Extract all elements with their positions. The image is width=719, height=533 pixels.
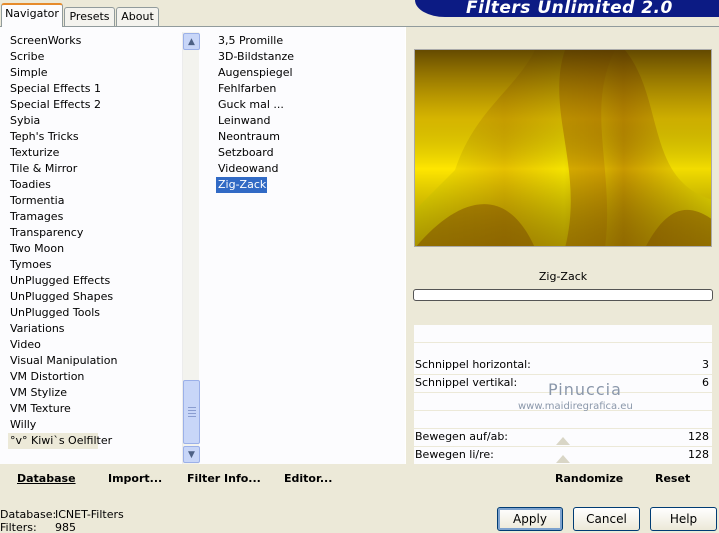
grip-line bbox=[188, 413, 196, 414]
param-value: 128 bbox=[688, 448, 709, 461]
import-button[interactable]: Import... bbox=[108, 472, 162, 485]
category-item[interactable]: Tramages bbox=[8, 209, 178, 225]
apply-button[interactable]: Apply bbox=[497, 507, 563, 531]
category-item[interactable]: Tormentia bbox=[8, 193, 178, 209]
bottom-toolbar: Database Import... Filter Info... Editor… bbox=[0, 464, 719, 492]
param-value: 128 bbox=[688, 430, 709, 443]
filter-item[interactable]: 3,5 Promille bbox=[216, 33, 396, 49]
filter-item[interactable]: Augenspiegel bbox=[216, 65, 396, 81]
filter-item[interactable]: Setzboard bbox=[216, 145, 396, 161]
category-scrollbar[interactable]: ▲ ▼ bbox=[182, 32, 200, 464]
scroll-up-button[interactable]: ▲ bbox=[183, 33, 200, 50]
filter-list: 3,5 Promille 3D-Bildstanze Augenspiegel Feh… bbox=[216, 33, 396, 193]
status-value: 985 bbox=[55, 521, 76, 533]
param-row-empty bbox=[414, 411, 712, 428]
scroll-down-button[interactable]: ▼ bbox=[183, 446, 200, 463]
category-item[interactable]: Texturize bbox=[8, 145, 178, 161]
filter-item[interactable]: Guck mal ... bbox=[216, 97, 396, 113]
category-item[interactable]: ScreenWorks bbox=[8, 33, 178, 49]
randomize-button[interactable]: Randomize bbox=[555, 472, 623, 485]
param-schnippel-horizontal[interactable]: Schnippel horizontal: 3 bbox=[414, 357, 712, 374]
tab-navigator[interactable]: Navigator bbox=[1, 3, 63, 27]
category-item[interactable]: Willy bbox=[8, 417, 178, 433]
category-item[interactable]: Teph's Tricks bbox=[8, 129, 178, 145]
scroll-thumb[interactable] bbox=[183, 380, 200, 444]
param-label: Bewegen li/re: bbox=[415, 448, 494, 461]
preview-image bbox=[414, 49, 712, 247]
database-button[interactable]: Database bbox=[17, 472, 76, 485]
category-item[interactable]: Toadies bbox=[8, 177, 178, 193]
category-item[interactable]: Special Effects 2 bbox=[8, 97, 178, 113]
watermark-url: www.maidiregrafica.eu bbox=[518, 401, 633, 412]
category-item[interactable]: Video bbox=[8, 337, 178, 353]
progress-bar bbox=[413, 289, 713, 301]
category-item[interactable]: Variations bbox=[8, 321, 178, 337]
zigzag-preview-graphic bbox=[415, 50, 711, 246]
category-item[interactable]: UnPlugged Effects bbox=[8, 273, 178, 289]
filter-info-button[interactable]: Filter Info... bbox=[187, 472, 261, 485]
filter-item[interactable]: Fehlfarben bbox=[216, 81, 396, 97]
help-button[interactable]: Help bbox=[650, 507, 717, 531]
brand-title: Filters Unlimited 2.0 bbox=[466, 0, 673, 18]
cancel-button[interactable]: Cancel bbox=[573, 507, 640, 531]
param-label: Schnippel vertikal: bbox=[415, 376, 518, 389]
preview-pane: Zig-Zack Schnippel horizontal: 3 Schnipp… bbox=[405, 27, 719, 465]
status-value: ICNET-Filters bbox=[55, 508, 124, 521]
chevron-down-icon: ▼ bbox=[188, 449, 195, 460]
category-item[interactable]: Sybia bbox=[8, 113, 178, 129]
grip-line bbox=[188, 410, 196, 411]
tab-about[interactable]: About bbox=[116, 7, 159, 26]
status-label: Filters: bbox=[0, 521, 37, 533]
filter-item[interactable]: Neontraum bbox=[216, 129, 396, 145]
param-bewegen-li-re[interactable]: Bewegen li/re: 128 bbox=[414, 447, 712, 464]
category-item[interactable]: Special Effects 1 bbox=[8, 81, 178, 97]
filter-item[interactable]: Videowand bbox=[216, 161, 396, 177]
filter-item[interactable]: Leinwand bbox=[216, 113, 396, 129]
category-item[interactable]: UnPlugged Tools bbox=[8, 305, 178, 321]
chevron-up-icon: ▲ bbox=[188, 36, 195, 47]
category-item[interactable]: Transparency bbox=[8, 225, 178, 241]
slider-thumb[interactable] bbox=[556, 437, 570, 445]
category-list: ScreenWorks Scribe Simple Special Effects 1… bbox=[8, 33, 178, 449]
param-bewegen-auf-ab[interactable]: Bewegen auf/ab: 128 bbox=[414, 429, 712, 446]
grip-line bbox=[188, 416, 196, 417]
status-label: Database: bbox=[0, 508, 57, 521]
category-item[interactable]: UnPlugged Shapes bbox=[8, 289, 178, 305]
category-item[interactable]: Tymoes bbox=[8, 257, 178, 273]
param-label: Bewegen auf/ab: bbox=[415, 430, 509, 443]
watermark-title: Pinuccia bbox=[548, 380, 622, 399]
category-item[interactable]: Two Moon bbox=[8, 241, 178, 257]
param-row-empty bbox=[414, 325, 712, 342]
selected-filter-title: Zig-Zack bbox=[538, 270, 588, 283]
category-item[interactable]: VM Distortion bbox=[8, 369, 178, 385]
editor-button[interactable]: Editor... bbox=[284, 472, 332, 485]
category-item[interactable]: Tile & Mirror bbox=[8, 161, 178, 177]
slider-thumb[interactable] bbox=[556, 455, 570, 463]
category-item[interactable]: °v° Kiwi`s Oelfilter bbox=[8, 433, 112, 449]
reset-button[interactable]: Reset bbox=[655, 472, 690, 485]
category-item[interactable]: Simple bbox=[8, 65, 178, 81]
param-value: 6 bbox=[702, 376, 709, 389]
filter-item[interactable]: 3D-Bildstanze bbox=[216, 49, 396, 65]
filter-item[interactable]: Zig-Zack bbox=[216, 177, 267, 193]
param-label: Schnippel horizontal: bbox=[415, 358, 531, 371]
tab-presets[interactable]: Presets bbox=[64, 7, 115, 26]
grip-line bbox=[188, 407, 196, 408]
category-item[interactable]: Scribe bbox=[8, 49, 178, 65]
category-item[interactable]: VM Stylize bbox=[8, 385, 178, 401]
category-item[interactable]: VM Texture bbox=[8, 401, 178, 417]
category-item[interactable]: Visual Manipulation bbox=[8, 353, 178, 369]
param-value: 3 bbox=[702, 358, 709, 371]
